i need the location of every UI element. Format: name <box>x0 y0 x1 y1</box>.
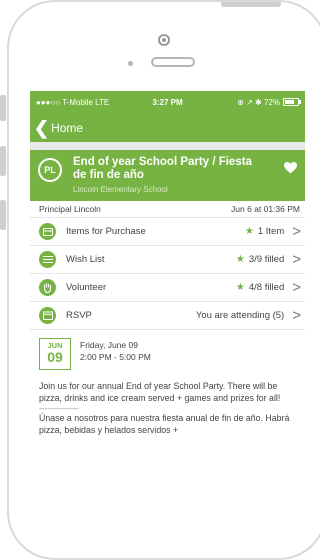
mute-switch <box>0 95 6 121</box>
calendar-icon <box>39 307 56 324</box>
status-bar: ●●●○○ T-Mobile LTE 3:27 PM ⊕ ↗ ✱ 72% <box>30 91 305 113</box>
event-title: End of year School Party / Fiesta de fin… <box>73 156 252 181</box>
posted-time: Jun 6 at 01:36 PM <box>231 204 300 214</box>
event-meta: Principal Lincoln Jun 6 at 01:36 PM <box>30 201 305 218</box>
heart-icon[interactable] <box>284 162 297 174</box>
calendar-badge: JUN 09 <box>39 338 71 370</box>
front-camera <box>158 34 170 46</box>
wish-list-icon <box>39 251 56 268</box>
row-label: RSVP <box>66 310 92 321</box>
star-icon: ★ <box>235 282 245 293</box>
back-button[interactable]: ❮ Home <box>34 119 83 137</box>
chevron-right-icon: > <box>292 307 301 324</box>
chevron-left-icon: ❮ <box>34 117 50 138</box>
event-date: JUN 09 Friday, June 09 2:00 PM - 5:00 PM <box>39 338 305 370</box>
volume-up-button <box>0 146 6 176</box>
school-name: Lincoln Elementary School <box>73 185 168 194</box>
row-rsvp[interactable]: RSVP You are attending (5) > <box>30 302 305 330</box>
event-weekday: Friday, June 09 <box>80 340 138 350</box>
row-label: Items for Purchase <box>66 226 146 237</box>
row-wish-list[interactable]: Wish List ★ 3/9 filled > <box>30 246 305 274</box>
row-label: Wish List <box>66 254 105 265</box>
back-label: Home <box>51 120 84 135</box>
row-value: You are attending (5) <box>195 310 285 321</box>
header-divider <box>30 142 305 150</box>
battery-icon <box>283 98 301 106</box>
proximity-sensor <box>128 61 133 66</box>
description-spanish: Únase a nosotros para nuestra fiesta anu… <box>39 413 290 435</box>
organizer: Principal Lincoln <box>39 204 101 214</box>
row-volunteer[interactable]: Volunteer ★ 4/8 filled > <box>30 274 305 302</box>
calendar-day: 09 <box>47 349 63 365</box>
power-button <box>221 2 281 7</box>
purchase-icon <box>39 223 56 240</box>
description-english: Join us for our annual End of year Schoo… <box>39 381 281 403</box>
earpiece-speaker <box>151 57 195 67</box>
event-description: Join us for our annual End of year Schoo… <box>39 380 297 436</box>
star-icon: ★ <box>244 226 254 237</box>
avatar: PL <box>38 158 62 182</box>
chevron-right-icon: > <box>292 251 301 268</box>
volume-down-button <box>0 200 6 230</box>
chevron-right-icon: > <box>292 223 301 240</box>
row-value: 3/9 filled <box>248 254 285 265</box>
row-label: Volunteer <box>66 282 107 293</box>
star-icon: ★ <box>235 254 245 265</box>
chevron-right-icon: > <box>292 279 301 296</box>
row-items-for-purchase[interactable]: Items for Purchase ★ 1 Item > <box>30 218 305 246</box>
clock: 3:27 PM <box>152 97 183 107</box>
event-header: PL End of year School Party / Fiesta de … <box>30 150 305 201</box>
volunteer-hand-icon <box>39 279 56 296</box>
row-value: 4/8 filled <box>248 282 285 293</box>
navigation-bar: ❮ Home <box>30 113 305 142</box>
row-value: 1 Item <box>257 226 285 237</box>
event-time-range: 2:00 PM - 5:00 PM <box>80 352 151 362</box>
app-screen: ●●●○○ T-Mobile LTE 3:27 PM ⊕ ↗ ✱ 72% ❮ H… <box>30 91 305 518</box>
